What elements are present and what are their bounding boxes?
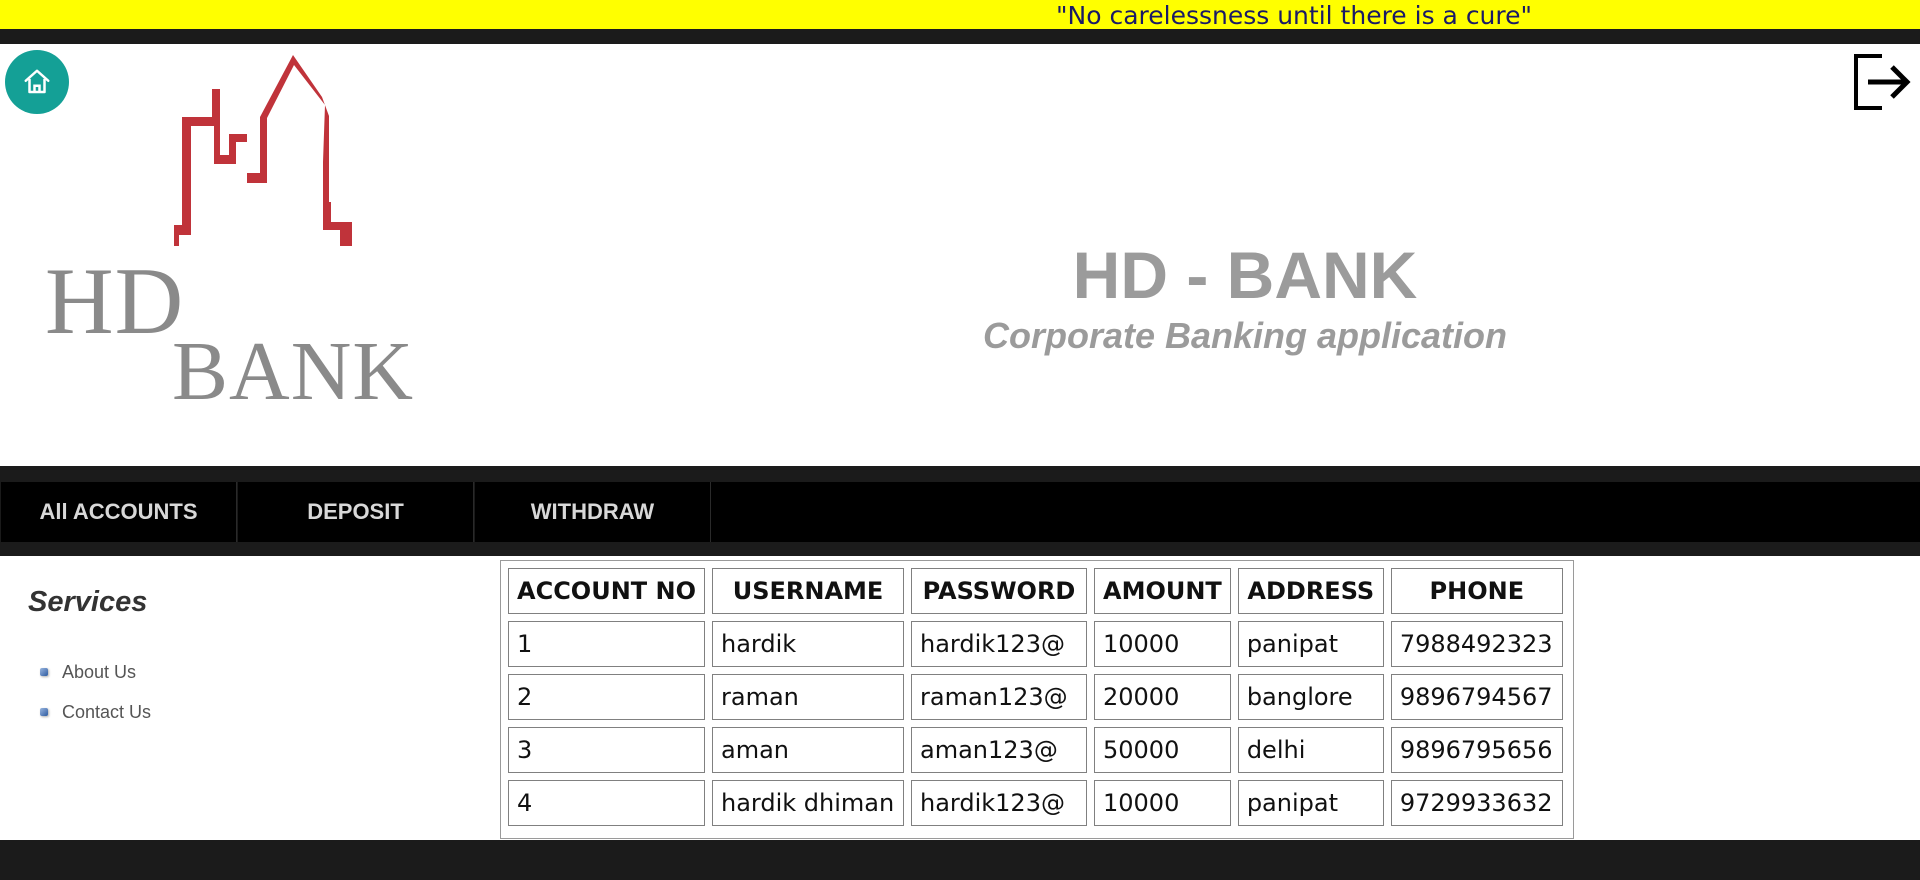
- services-item-about-us[interactable]: About Us: [40, 652, 151, 692]
- cell-username: raman: [712, 674, 904, 720]
- column-header-amount: AMOUNT: [1094, 568, 1231, 614]
- accounts-table-container: ACCOUNT NO USERNAME PASSWORD AMOUNT ADDR…: [500, 560, 1574, 839]
- footer-bar: [0, 840, 1920, 880]
- cell-username: aman: [712, 727, 904, 773]
- bullet-icon: [40, 708, 48, 716]
- cell-phone: 9896795656: [1390, 727, 1563, 773]
- nav-item-withdraw[interactable]: WITHDRAW: [474, 482, 711, 542]
- logout-icon: [1854, 54, 1911, 110]
- page-subtitle: Corporate Banking application: [982, 315, 1508, 356]
- marquee-banner: "No carelessness until there is a cure": [0, 0, 1920, 30]
- cell-phone: 9729933632: [1390, 780, 1563, 826]
- column-header-password: PASSWORD: [911, 568, 1087, 614]
- table-row: 4 hardik dhiman hardik123@ 10000 panipat…: [508, 780, 1563, 826]
- main-nav: All ACCOUNTS DEPOSIT WITHDRAW: [0, 482, 1920, 542]
- cell-amount: 50000: [1094, 727, 1231, 773]
- services-item-label: Contact Us: [62, 701, 152, 722]
- nav-item-deposit[interactable]: DEPOSIT: [237, 482, 474, 542]
- cell-amount: 10000: [1094, 780, 1231, 826]
- table-header-row: ACCOUNT NO USERNAME PASSWORD AMOUNT ADDR…: [508, 568, 1563, 614]
- column-header-account-no: ACCOUNT NO: [508, 568, 705, 614]
- services-heading: Services: [28, 586, 148, 618]
- column-header-address: ADDRESS: [1237, 568, 1384, 614]
- page-title: HD - BANK: [1072, 238, 1418, 312]
- cell-username: hardik dhiman: [712, 780, 904, 826]
- cell-account-no: 3: [508, 727, 705, 773]
- cell-password: hardik123@: [911, 780, 1087, 826]
- cell-address: delhi: [1237, 727, 1384, 773]
- column-header-username: USERNAME: [712, 568, 904, 614]
- services-item-contact-us[interactable]: Contact Us: [40, 692, 151, 732]
- cell-account-no: 1: [508, 621, 705, 667]
- cell-phone: 7988492323: [1390, 621, 1563, 667]
- cell-password: hardik123@: [911, 621, 1087, 667]
- cell-amount: 10000: [1094, 621, 1231, 667]
- marquee-text: "No carelessness until there is a cure": [1056, 1, 1533, 30]
- cell-phone: 9896794567: [1390, 674, 1563, 720]
- bullet-icon: [40, 668, 48, 676]
- column-header-phone: PHONE: [1390, 568, 1563, 614]
- cell-address: panipat: [1237, 780, 1384, 826]
- table-row: 1 hardik hardik123@ 10000 panipat 798849…: [508, 621, 1563, 667]
- cell-address: banglore: [1237, 674, 1384, 720]
- table-row: 3 aman aman123@ 50000 delhi 9896795656: [508, 727, 1563, 773]
- services-item-label: About Us: [62, 661, 137, 682]
- accounts-table: ACCOUNT NO USERNAME PASSWORD AMOUNT ADDR…: [501, 561, 1570, 833]
- cell-password: aman123@: [911, 727, 1087, 773]
- table-row: 2 raman raman123@ 20000 banglore 9896794…: [508, 674, 1563, 720]
- cell-account-no: 4: [508, 780, 705, 826]
- logout-button[interactable]: [1852, 50, 1912, 114]
- services-list: About Us Contact Us: [40, 652, 151, 732]
- cell-username: hardik: [712, 621, 904, 667]
- cell-address: panipat: [1237, 621, 1384, 667]
- top-divider: [0, 29, 1920, 44]
- cell-account-no: 2: [508, 674, 705, 720]
- cell-password: raman123@: [911, 674, 1087, 720]
- nav-item-all-accounts[interactable]: All ACCOUNTS: [0, 482, 237, 542]
- cell-amount: 20000: [1094, 674, 1231, 720]
